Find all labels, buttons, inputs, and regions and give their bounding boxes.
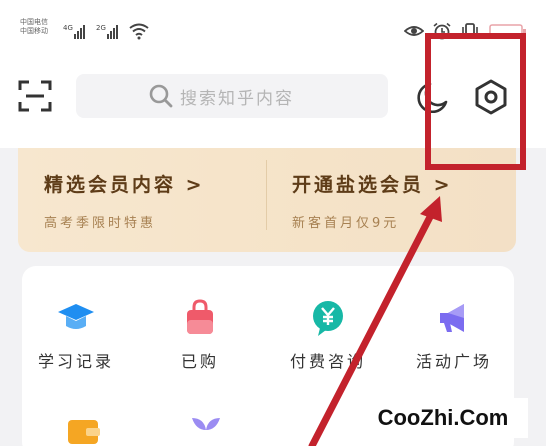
member-content-link[interactable]: 精选会员内容 > [44,170,205,197]
divider [266,160,267,230]
wallet-icon[interactable] [66,414,102,444]
shopping-bag-icon [187,299,213,334]
network-type-1: 4G [63,24,73,32]
open-membership-link[interactable]: 开通盐选会员 > [292,170,453,197]
search-icon [149,84,173,108]
signal-bars-2-icon [107,23,118,39]
graduation-cap-icon [58,304,94,329]
sprout-icon[interactable] [188,416,224,446]
carrier-info: 中国电信 中国移动 [20,18,48,36]
service-label: 付费咨询 [289,352,366,371]
service-label: 学习记录 [37,352,114,371]
signal-bars-1-icon [74,23,85,39]
service-paid-consult[interactable]: 付费咨询 [268,298,388,372]
carrier-1: 中国电信 [20,18,48,26]
scan-icon[interactable] [18,79,52,113]
service-activity-square[interactable]: 活动广场 [394,298,514,372]
eye-icon [404,26,424,36]
watermark: CooZhi.Com [358,398,528,438]
service-label: 已购 [180,352,219,371]
search-placeholder: 搜索知乎内容 [180,88,294,109]
carrier-2: 中国移动 [20,27,48,35]
service-label: 活动广场 [415,352,492,371]
open-membership-sub: 新客首月仅9元 [292,216,400,231]
search-input[interactable]: 搜索知乎内容 [76,74,388,118]
member-content-sub: 高考季限时特惠 [44,216,157,231]
service-study-record[interactable]: 学习记录 [16,298,136,372]
network-type-2: 2G [96,24,106,32]
annotation-highlight-box [425,33,526,170]
megaphone-icon [440,304,464,332]
paid-consult-icon [313,301,343,336]
service-purchased[interactable]: 已购 [140,298,260,372]
wifi-icon [129,23,149,40]
